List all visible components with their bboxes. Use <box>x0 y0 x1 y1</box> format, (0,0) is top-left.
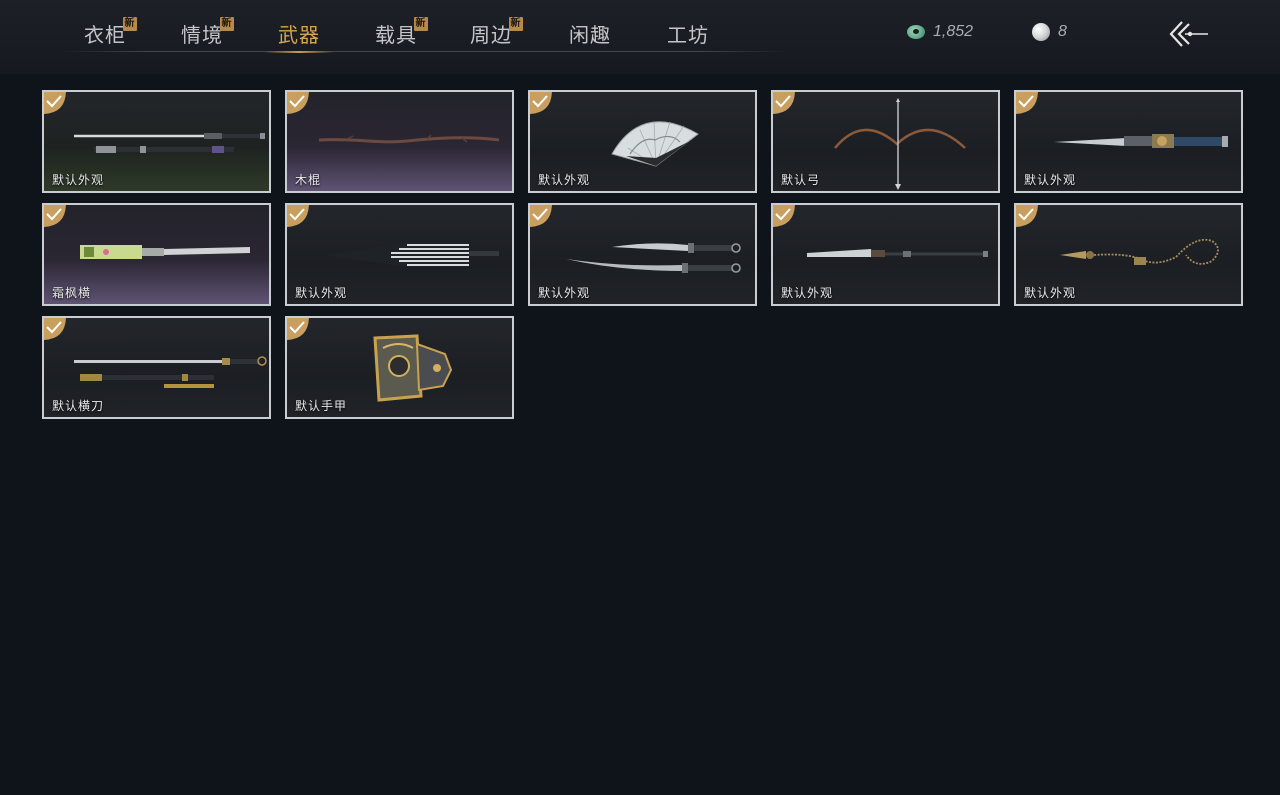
item-name: 默认手甲 <box>295 399 348 413</box>
weapon-card[interactable]: 默认外观 <box>1014 90 1243 193</box>
tab-label: 载具 <box>375 23 417 47</box>
equipped-check-icon <box>773 205 797 229</box>
wooden-staff-icon <box>318 134 500 144</box>
weapon-card[interactable]: 默认外观 <box>285 203 514 306</box>
jade-currency: 1,852 <box>907 20 973 44</box>
equipped-check-icon <box>44 205 68 229</box>
tab-vehicle[interactable]: 载具 新 <box>351 17 441 50</box>
equipped-check-icon <box>530 92 554 116</box>
item-name: 默认外观 <box>1024 286 1077 300</box>
weapon-card[interactable]: 默认外观 <box>528 90 757 193</box>
equipped-check-icon <box>44 92 68 116</box>
pearl-currency: 8 <box>1032 20 1067 44</box>
item-name: 木棍 <box>295 173 322 187</box>
item-name: 默认外观 <box>52 173 105 187</box>
item-name: 默认外观 <box>1024 173 1077 187</box>
new-badge: 新 <box>414 17 428 31</box>
item-name: 默认外观 <box>538 173 591 187</box>
equipped-check-icon <box>773 92 797 116</box>
weapon-card[interactable]: 木棍 <box>285 90 514 193</box>
weapon-card[interactable]: 默认弓 <box>771 90 1000 193</box>
top-bar: 衣柜 新 情境 新 武器 载具 新 周边 新 闲趣 工坊 1,852 8 <box>0 0 1280 74</box>
weapon-card[interactable]: 霜枫横 <box>42 203 271 306</box>
active-tab-underline <box>264 51 334 53</box>
back-button[interactable] <box>1166 18 1210 50</box>
item-name: 霜枫横 <box>52 286 92 300</box>
tab-scene[interactable]: 情境 新 <box>157 17 247 50</box>
pearl-icon <box>1032 23 1050 41</box>
tab-weapons[interactable]: 武器 <box>254 20 344 53</box>
tab-leisure[interactable]: 闲趣 <box>545 20 635 50</box>
weapon-card[interactable]: 默认外观 <box>528 203 757 306</box>
back-arrow-icon <box>1169 21 1208 47</box>
weapon-card[interactable]: 默认外观 <box>771 203 1000 306</box>
new-badge: 新 <box>220 17 234 31</box>
tab-label: 情境 <box>181 23 223 47</box>
tab-label: 周边 <box>470 23 512 47</box>
new-badge: 新 <box>509 17 523 31</box>
pearl-amount: 8 <box>1058 23 1067 40</box>
weapon-card[interactable]: 默认外观 <box>42 90 271 193</box>
item-name: 默认外观 <box>781 286 834 300</box>
jade-amount: 1,852 <box>933 23 974 40</box>
equipped-check-icon <box>44 318 68 342</box>
weapon-card[interactable]: 默认外观 <box>1014 203 1243 306</box>
equipped-check-icon <box>287 92 311 116</box>
weapon-card[interactable]: 默认横刀 <box>42 316 271 419</box>
equipped-check-icon <box>287 205 311 229</box>
weapon-card[interactable]: 默认手甲 <box>285 316 514 419</box>
tab-label: 衣柜 <box>84 23 126 47</box>
item-name: 默认横刀 <box>52 399 105 413</box>
equipped-check-icon <box>1016 205 1040 229</box>
tab-label: 武器 <box>278 23 320 47</box>
jade-coin-icon <box>907 25 925 39</box>
tab-label: 闲趣 <box>569 23 611 47</box>
tab-wardrobe[interactable]: 衣柜 新 <box>60 17 150 50</box>
equipped-check-icon <box>287 318 311 342</box>
tab-accessories[interactable]: 周边 新 <box>446 17 536 50</box>
equipped-check-icon <box>1016 92 1040 116</box>
item-name: 默认外观 <box>295 286 348 300</box>
item-name: 默认弓 <box>781 173 821 187</box>
item-name: 默认外观 <box>538 286 591 300</box>
tab-workshop[interactable]: 工坊 <box>643 20 733 50</box>
tabs-divider <box>60 51 788 52</box>
tab-label: 工坊 <box>667 23 709 47</box>
equipped-check-icon <box>530 205 554 229</box>
new-badge: 新 <box>123 17 137 31</box>
